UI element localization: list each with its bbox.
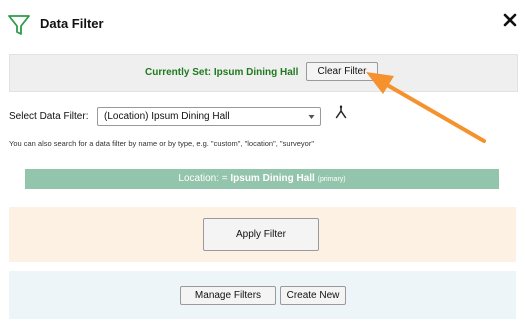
dialog-header: Data Filter (0, 0, 525, 48)
data-filter-dialog: Data Filter Currently Set: Ipsum Dining … (0, 0, 525, 331)
location-prefix: Location: = (178, 173, 231, 184)
hierarchy-icon[interactable] (334, 105, 348, 119)
chevron-down-icon (308, 115, 315, 119)
dialog-title: Data Filter (40, 16, 104, 31)
select-data-filter-label: Select Data Filter: (9, 111, 89, 122)
apply-panel: Apply Filter (9, 207, 516, 262)
apply-filter-button[interactable]: Apply Filter (203, 218, 319, 251)
manage-panel: Manage Filters Create New (9, 271, 516, 319)
location-name: Ipsum Dining Hall (230, 173, 315, 184)
clear-filter-button[interactable]: Clear Filter (306, 62, 378, 81)
close-icon[interactable] (502, 12, 518, 28)
current-filter-panel: Currently Set: Ipsum Dining Hall Clear F… (9, 54, 518, 92)
location-primary-tag: (primary) (317, 176, 346, 183)
current-filter-label: Currently Set: Ipsum Dining Hall (145, 67, 299, 78)
funnel-icon (8, 15, 30, 35)
location-filter-bar: Location: = Ipsum Dining Hall (primary) (25, 169, 499, 189)
data-filter-select[interactable]: (Location) Ipsum Dining Hall (97, 107, 321, 126)
create-new-button[interactable]: Create New (280, 286, 346, 305)
manage-filters-button[interactable]: Manage Filters (180, 286, 276, 305)
data-filter-select-value: (Location) Ipsum Dining Hall (104, 111, 230, 122)
search-hint: You can also search for a data filter by… (9, 139, 315, 148)
